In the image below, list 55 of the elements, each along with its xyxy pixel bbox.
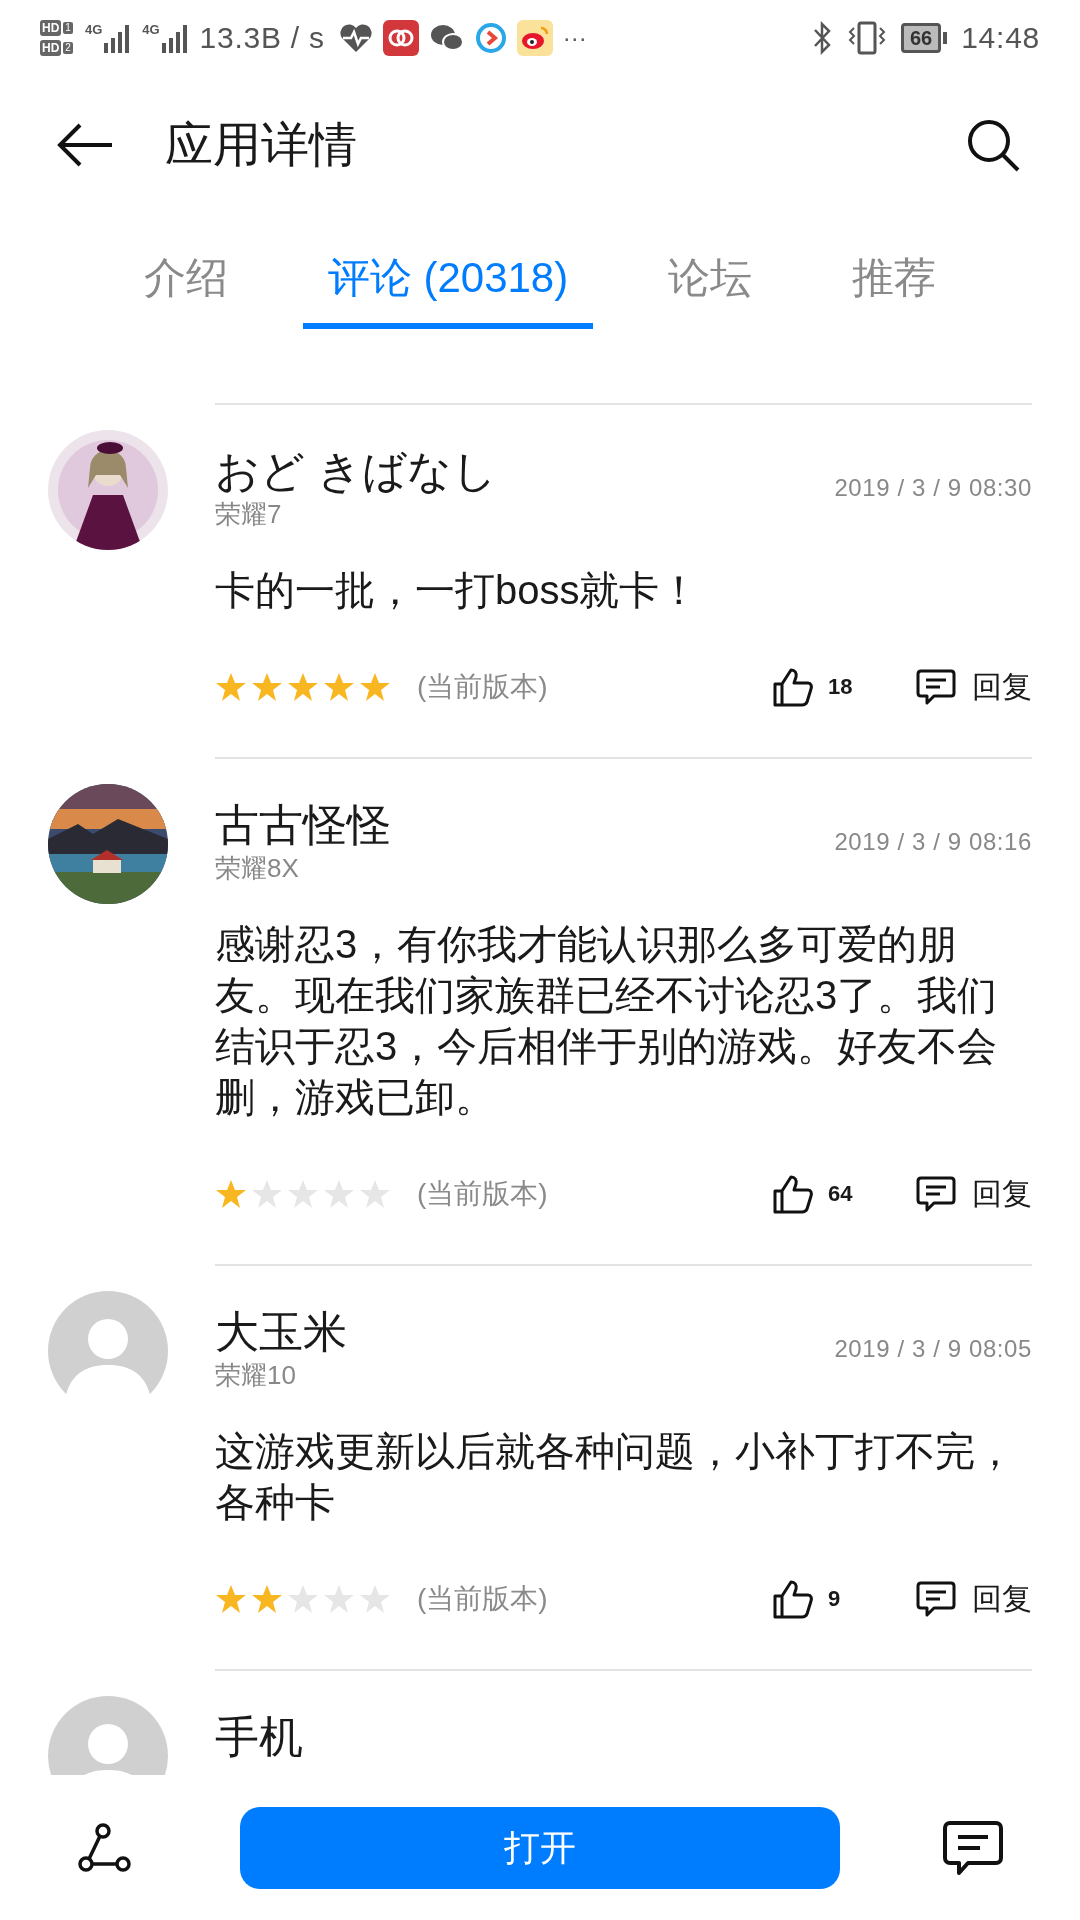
review-date: 2019 / 3 / 9 08:05 xyxy=(834,1334,1032,1364)
version-label: (当前版本) xyxy=(417,669,548,704)
hd-badge: HD xyxy=(40,19,62,36)
network-type-label: 4G xyxy=(142,22,160,37)
user-name: 古古怪怪 xyxy=(215,799,391,851)
sim-slot-label: 1 xyxy=(63,21,73,34)
page-title: 应用详情 xyxy=(165,117,358,173)
user-name: おど きばなし xyxy=(215,445,498,497)
device-model: 荣耀10 xyxy=(215,1359,297,1392)
reply-button[interactable]: 回复 xyxy=(916,664,1032,709)
version-label: (当前版本) xyxy=(417,1581,548,1616)
share-nodes-icon xyxy=(77,1821,133,1874)
eye-logo-app-icon xyxy=(516,19,553,56)
review-date: 2019 / 3 / 9 08:30 xyxy=(834,473,1032,503)
like-count: 18 xyxy=(828,673,854,701)
open-button[interactable]: 打开 xyxy=(240,1806,840,1889)
like-count: 9 xyxy=(828,1585,842,1613)
comment-icon xyxy=(916,1579,956,1618)
network-type-label: 4G xyxy=(84,22,103,37)
vibrate-icon xyxy=(846,19,887,56)
reply-button[interactable]: 回复 xyxy=(916,1576,1032,1621)
network-speed: 13.3B / s xyxy=(199,20,325,56)
thumbs-up-icon xyxy=(772,666,814,707)
review-text: 卡的一批，一打boss就卡！ xyxy=(215,567,701,614)
more-notifications-indicator: ··· xyxy=(562,25,587,50)
sim-slot-label: 2 xyxy=(63,41,73,54)
comment-icon xyxy=(916,1174,956,1213)
hd-badge: HD xyxy=(40,39,62,56)
default-avatar-icon xyxy=(48,1291,168,1411)
like-button[interactable]: 18 xyxy=(772,666,868,707)
version-label: (当前版本) xyxy=(417,1176,548,1211)
user-name: 大玉米 xyxy=(215,1306,347,1358)
review-text: 这游戏更新以后就各种问题，小补丁打不完，各种卡 xyxy=(215,1428,1016,1526)
device-model: 荣耀7 xyxy=(215,498,283,531)
comment-icon xyxy=(942,1819,1004,1876)
play-circle-icon xyxy=(474,21,507,54)
comment-icon xyxy=(916,667,956,706)
thumbs-up-icon xyxy=(772,1578,814,1619)
battery-level: 66 xyxy=(909,27,933,48)
device-model: 荣耀8X xyxy=(215,852,300,885)
tab[interactable]: 评论 (20318) xyxy=(302,255,594,330)
linked-rings-app-icon xyxy=(382,19,419,56)
review-text: 感谢忍3，有你我才能认识那么多可爱的朋友。现在我们家族群已经不讨论忍3了。我们结识于忍3，今后相伴于别的游戏。好友不会删，游戏已卸。 xyxy=(215,921,999,1121)
thumbs-up-icon xyxy=(772,1173,814,1214)
heart-pulse-icon xyxy=(338,22,373,53)
search-icon xyxy=(965,117,1021,173)
back-arrow-icon xyxy=(56,122,114,168)
like-count: 64 xyxy=(828,1180,854,1208)
clock-time: 14:48 xyxy=(961,20,1040,56)
like-button[interactable]: 64 xyxy=(772,1173,868,1214)
reply-button[interactable]: 回复 xyxy=(916,1171,1032,1216)
review-date: 2019 / 3 / 9 08:16 xyxy=(834,827,1032,857)
like-button[interactable]: 9 xyxy=(772,1578,868,1619)
signal-icon xyxy=(159,22,190,53)
user-name: 手机 xyxy=(215,1711,303,1763)
